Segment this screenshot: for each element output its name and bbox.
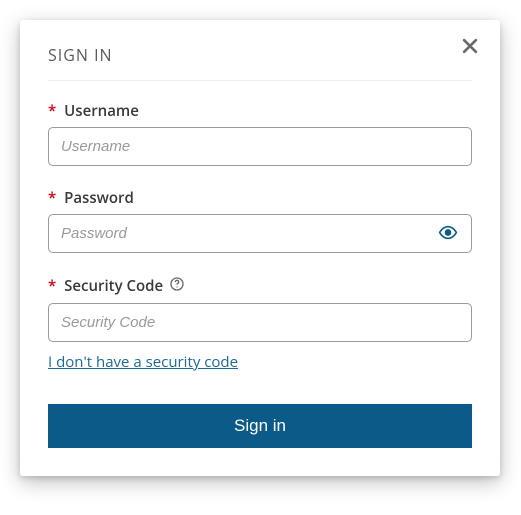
username-field: * Username (48, 101, 472, 166)
question-circle-icon (169, 275, 185, 297)
security-code-input-wrap (48, 303, 472, 342)
modal-header: SIGN IN (48, 44, 472, 81)
username-input-wrap (48, 127, 472, 166)
security-code-label: * Security Code (48, 276, 163, 296)
username-label: * Username (48, 101, 472, 121)
security-code-input[interactable] (48, 303, 472, 342)
security-code-field: * Security Code I don't have a security … (48, 275, 472, 372)
username-label-text: Username (64, 101, 139, 121)
no-security-code-link[interactable]: I don't have a security code (48, 352, 238, 372)
password-input-wrap (48, 214, 472, 253)
modal-title: SIGN IN (48, 44, 113, 66)
close-button[interactable] (460, 36, 480, 58)
required-asterisk: * (48, 101, 56, 121)
username-input[interactable] (48, 127, 472, 166)
password-field: * Password (48, 188, 472, 253)
eye-icon (438, 222, 458, 245)
password-input[interactable] (48, 214, 472, 253)
password-label-text: Password (64, 188, 134, 208)
close-icon (460, 44, 480, 59)
sign-in-modal: SIGN IN * Username * Password (20, 20, 500, 476)
required-asterisk: * (48, 276, 56, 296)
security-code-label-row: * Security Code (48, 275, 472, 297)
security-code-label-text: Security Code (64, 276, 163, 296)
sign-in-button[interactable]: Sign in (48, 404, 472, 448)
security-code-help-button[interactable] (169, 275, 185, 297)
required-asterisk: * (48, 188, 56, 208)
toggle-password-visibility-button[interactable] (434, 218, 462, 249)
password-label: * Password (48, 188, 472, 208)
